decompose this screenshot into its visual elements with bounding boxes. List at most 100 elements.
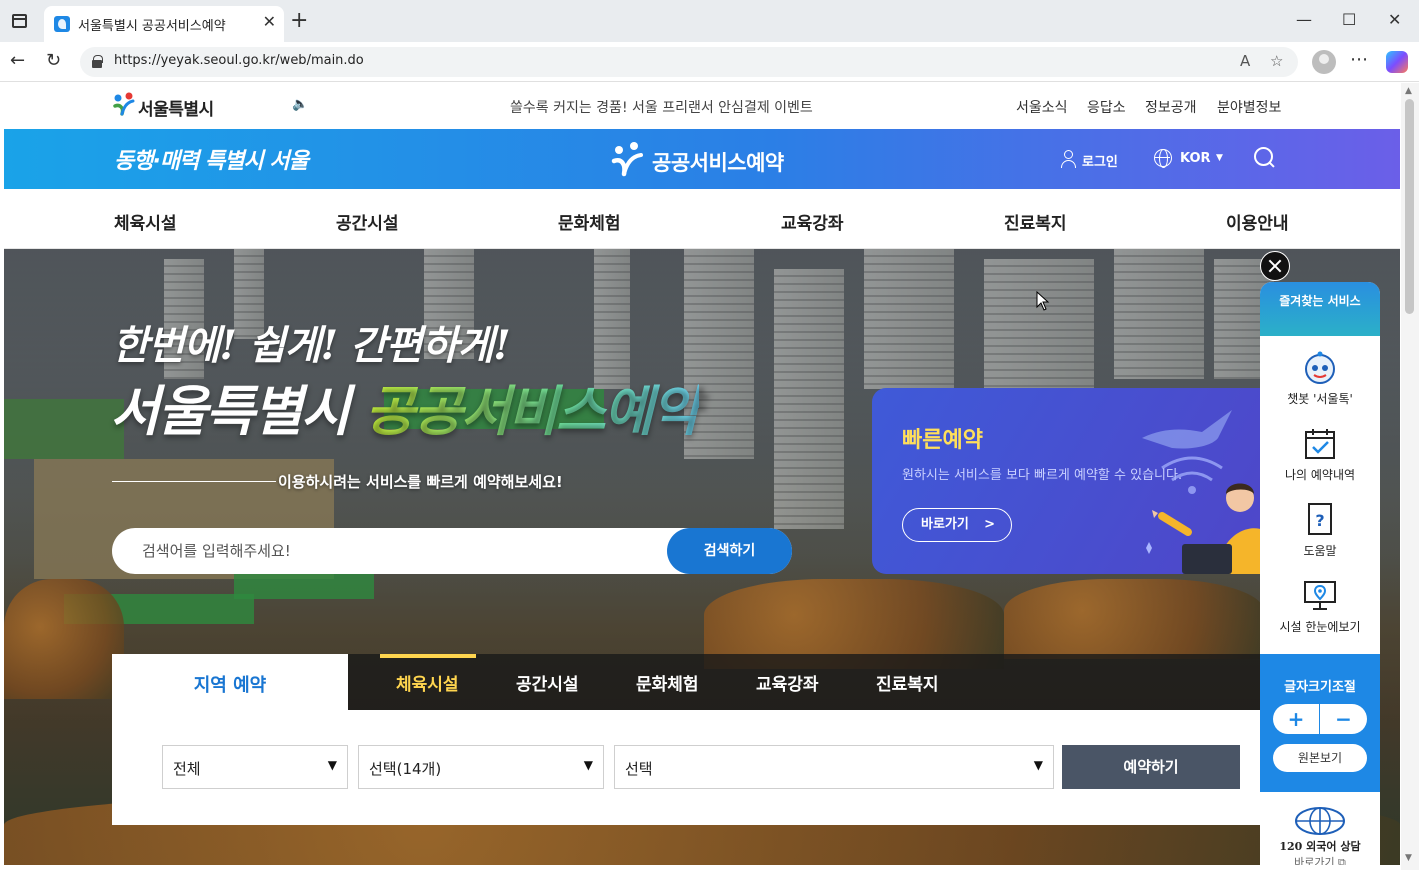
quick-menu-title: 즐겨찾는 서비스 [1260,282,1380,336]
bg-building [864,249,954,389]
nav-item-guide[interactable]: 이용안내 [1226,209,1289,234]
caret-down-icon: ▼ [327,758,337,772]
maximize-button[interactable]: ☐ [1342,10,1356,30]
minimize-button[interactable]: — [1296,10,1312,30]
util-link-field-info[interactable]: 분야별정보 [1217,97,1281,117]
page-scrollbar[interactable]: ▲ ▼ [1401,83,1419,870]
font-reset-button[interactable]: 원본보기 [1273,744,1367,772]
bg-building [774,269,844,529]
service-logo-mark-icon [611,142,643,177]
quick-menu-facility-map-label: 시설 한눈에보기 [1279,620,1361,634]
util-link-seoul-news[interactable]: 서울소식 [1016,97,1068,117]
quick-menu-close-button[interactable] [1260,251,1290,281]
quick-menu-panel: 즐겨찾는 서비스 챗봇 '서울톡' 나의 예약내역 ? 도움말 시설 한눈에보기… [1260,282,1380,865]
notice-banner-text[interactable]: 쓸수록 커지는 경품! 서울 프리랜서 안심결제 이벤트 [510,97,813,117]
font-decrease-button[interactable]: − [1320,704,1367,734]
speaker-icon[interactable]: 🔈 [292,97,308,112]
font-increase-button[interactable]: + [1273,704,1320,734]
category-tab-sports[interactable]: 체육시설 [396,670,459,695]
quick-menu-my-reservations[interactable]: 나의 예약내역 [1260,412,1380,488]
chatbot-icon [1305,351,1335,384]
quick-reservation-card: 빠른예약 원하시는 서비스를 보다 빠르게 예약할 수 있습니다. 바로가기 > [872,388,1272,574]
category-tab-medical[interactable]: 진료복지 [876,670,939,695]
bg-building [984,259,1094,409]
tab-title: 서울특별시 공공서비스예약 [78,19,226,34]
quick-menu-facility-map[interactable]: 시설 한눈에보기 [1260,564,1380,640]
quick-reservation-title: 빠른예약 [902,428,983,453]
quick-menu-help[interactable]: ? 도움말 [1260,488,1380,564]
scroll-down-arrow-icon[interactable]: ▼ [1405,853,1412,863]
nav-item-sports[interactable]: 체육시설 [114,209,177,234]
category-tab-education[interactable]: 교육강좌 [756,670,819,695]
close-window-button[interactable]: ✕ [1388,10,1401,30]
tab-close-icon[interactable]: ✕ [263,13,276,31]
font-size-control: 글자크기조절 + − 원본보기 [1260,654,1380,792]
font-size-stepper: + − [1273,704,1367,734]
quick-menu-my-reservations-label: 나의 예약내역 [1284,468,1356,482]
service-logo-text: 공공서비스예약 [652,151,784,175]
chevron-right-icon: > [984,517,995,532]
new-tab-button[interactable]: + [290,10,308,32]
chevron-down-icon: ▼ [1216,153,1223,163]
foreign-consult-link[interactable]: 바로가기 ⧉ [1260,854,1380,865]
scrollbar-thumb[interactable] [1405,99,1414,314]
quick-menu-chatbot-label: 챗봇 '서울톡' [1287,392,1353,406]
reservation-form: 전체 ▼ 선택(14개) ▼ 선택 ▼ 예약하기 [112,710,1260,825]
hero-title-service: 공공서비스예약 [365,379,701,443]
facility-type-select-value: 선택(14개) [369,760,442,778]
category-tab-space[interactable]: 공간시설 [516,670,579,695]
svg-text:?: ? [1315,511,1324,530]
language-selector[interactable]: KOR ▼ [1154,149,1234,169]
hero-subtitle: 이용하시려는 서비스를 빠르게 예약해보세요! [278,473,563,491]
hero-title: 서울특별시 공공서비스예약 [110,367,701,446]
profile-avatar-icon[interactable] [1312,50,1336,74]
site-favicon-icon [54,16,70,32]
util-link-info-disclosure[interactable]: 정보공개 [1145,97,1197,117]
nav-item-education[interactable]: 교육강좌 [781,209,844,234]
foreign-consult-label: 120 외국어 상담 [1279,840,1361,853]
facility-type-select[interactable]: 선택(14개) ▼ [358,745,604,789]
calendar-check-icon [1305,429,1335,459]
reserve-button[interactable]: 예약하기 [1062,745,1240,789]
url-field[interactable]: https://yeyak.seoul.go.kr/web/main.do A … [80,47,1298,77]
search-icon[interactable] [1254,147,1276,169]
magpie-illustration-icon [1142,410,1272,574]
bg-trees [1004,579,1264,659]
tab-actions-icon[interactable] [12,14,27,28]
foreign-language-consult[interactable]: 120 외국어 상담 바로가기 ⧉ [1260,792,1380,865]
nav-item-culture[interactable]: 문화체험 [558,209,621,234]
quick-menu-chatbot[interactable]: 챗봇 '서울톡' [1260,336,1380,412]
hero-banner: 한번에! 쉽게! 간편하게! 서울특별시 공공서비스예약 이용하시려는 서비스를… [4,249,1400,865]
quick-reservation-go-button[interactable]: 바로가기 > [902,508,1012,542]
facility-select-value: 선택 [625,760,653,778]
nav-item-space[interactable]: 공간시설 [336,209,399,234]
globe-consult-icon [1295,807,1345,835]
browser-tab-active[interactable]: 서울특별시 공공서비스예약 ✕ [44,6,284,42]
url-text[interactable]: https://yeyak.seoul.go.kr/web/main.do [114,53,364,68]
hero-search-button[interactable]: 검색하기 [667,528,792,574]
hero-title-city: 서울특별시 [110,379,350,443]
hero-divider [112,481,276,482]
region-select[interactable]: 전체 ▼ [162,745,348,789]
favorite-star-icon[interactable]: ☆ [1270,52,1283,70]
reload-button[interactable]: ↻ [46,50,61,72]
monitor-map-pin-icon [1304,581,1336,610]
globe-icon [1154,149,1172,168]
category-tab-culture[interactable]: 문화체험 [636,670,699,695]
main-navigation: 체육시설 공간시설 문화체험 교육강좌 진료복지 이용안내 [4,189,1400,249]
read-aloud-icon[interactable]: A [1240,52,1250,70]
scroll-up-arrow-icon[interactable]: ▲ [1405,86,1412,96]
copilot-icon[interactable] [1386,51,1408,73]
lock-icon[interactable] [92,55,103,68]
browser-menu-icon[interactable]: ⋯ [1350,49,1368,70]
language-label: KOR [1180,151,1211,166]
util-link-eungdapso[interactable]: 응답소 [1087,97,1126,117]
tab-region-reservation[interactable]: 지역 예약 [112,654,348,710]
login-label: 로그인 [1082,155,1118,170]
back-button[interactable]: ← [10,50,25,72]
web-page: 서울특별시 🔈 쓸수록 커지는 경품! 서울 프리랜서 안심결제 이벤트 서울소… [4,83,1400,865]
browser-tab-bar: 서울특별시 공공서비스예약 ✕ + — ☐ ✕ [0,0,1419,42]
nav-item-medical[interactable]: 진료복지 [1004,209,1067,234]
facility-select[interactable]: 선택 ▼ [614,745,1054,789]
hero-search-input[interactable] [142,528,652,574]
